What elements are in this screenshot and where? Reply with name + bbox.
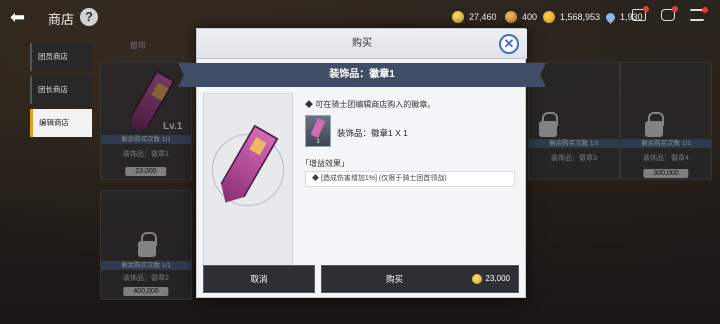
item-name-quantity: 装饰品：徽章1 X 1: [337, 128, 408, 138]
chat-icon[interactable]: [661, 6, 678, 21]
buy-label: 购买: [386, 274, 404, 284]
item-thumbnail: 1: [305, 115, 331, 147]
mail-icon[interactable]: [632, 6, 649, 21]
close-button[interactable]: ✕: [499, 34, 519, 54]
notification-dot: [672, 6, 678, 12]
resource-gold: 1,568,953: [543, 9, 600, 25]
medal-icon: [505, 11, 517, 23]
sidebar-item-edit-shop[interactable]: 编辑商店: [30, 109, 92, 137]
sidebar-item-leader-shop[interactable]: 团长商店: [30, 76, 92, 104]
resource-value: 400: [522, 12, 538, 22]
cancel-button[interactable]: 取消: [203, 265, 315, 293]
dialog-title: 购买: [197, 29, 527, 59]
item-quantity: 1: [316, 139, 320, 145]
purchase-dialog: 购买 ✕ 装饰品：徽章1 ◆ 可在骑士团编辑商店购入的徽章。 1 装饰品：徽章1…: [178, 28, 546, 298]
drop-icon: [604, 10, 617, 24]
buy-cost-value: 23,000: [485, 274, 510, 283]
resource-value: 1,568,953: [560, 12, 601, 22]
help-button[interactable]: ?: [80, 8, 98, 26]
resource-value: 27,460: [469, 12, 497, 22]
page-title: 商店: [48, 12, 75, 27]
item-preview: [203, 93, 293, 281]
resource-coin: 27,460: [452, 9, 497, 25]
badge-thumbnail-icon: [310, 118, 326, 138]
effect-title: 「增益效果」: [301, 159, 349, 168]
shop-sidebar: 团员商店 团长商店 编辑商店: [30, 43, 92, 142]
buy-cost: 23,000: [471, 266, 510, 292]
coin-icon: [471, 274, 482, 284]
item-title-banner: 装饰品：徽章1: [178, 63, 546, 87]
effect-text: ◆ [造成伤害增加1%] (仅限于骑士团首领战): [305, 171, 515, 187]
coin-icon: [452, 11, 464, 23]
resource-medal: 400: [505, 9, 537, 25]
menu-icon[interactable]: [690, 7, 708, 21]
notification-dot: [702, 7, 708, 13]
item-description: ◆ 可在骑士团编辑商店购入的徽章。: [305, 100, 436, 109]
back-arrow-icon[interactable]: ⬅: [10, 7, 36, 27]
gold-icon: [543, 11, 555, 23]
buy-button[interactable]: 购买 23,000: [321, 265, 519, 293]
notification-dot: [643, 6, 649, 12]
sidebar-item-member-shop[interactable]: 团员商店: [30, 43, 92, 71]
